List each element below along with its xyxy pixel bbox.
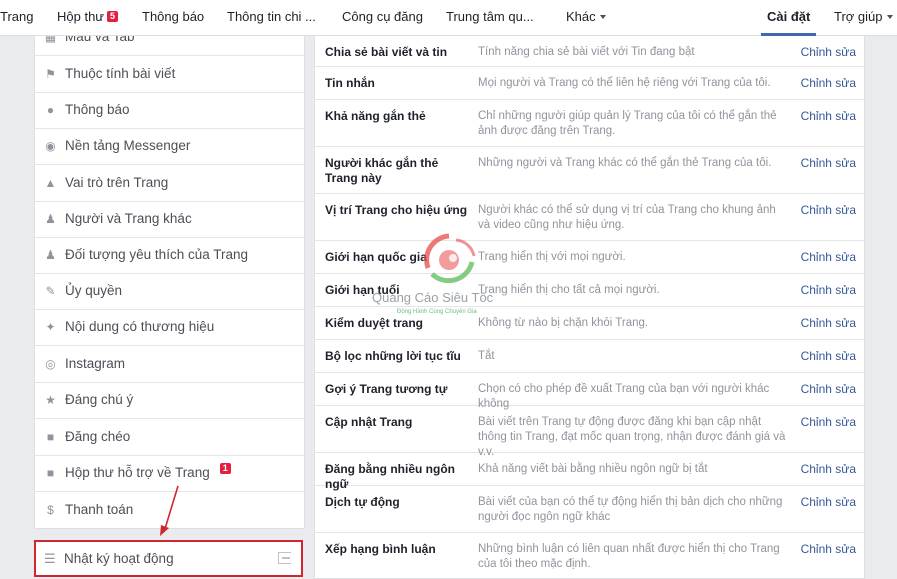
settings-row-tagging-ability: Khả năng gắn thẻ Chỉ những người giúp qu… (315, 100, 864, 147)
settings-row-page-moderation: Kiểm duyệt trang Không từ nào bị chặn kh… (315, 307, 864, 340)
settings-row-auto-translation: Dịch tự động Bài viết của bạn có thể tự … (315, 486, 864, 533)
messenger-icon: ◉ (45, 139, 56, 153)
nav-tab-insights[interactable]: Thông tin chi ... (227, 0, 316, 36)
sidebar-item-notifications[interactable]: ● Thông báo (35, 92, 304, 129)
video-icon: ■ (46, 430, 55, 444)
nav-tab-page[interactable]: Trang (0, 0, 33, 36)
facebook-icon: ■ (46, 466, 55, 480)
edit-link[interactable]: Chỉnh sửa (801, 349, 856, 364)
chevron-down-icon (886, 15, 893, 19)
inbox-count-badge: 5 (107, 11, 119, 22)
edit-link[interactable]: Chỉnh sửa (801, 76, 856, 91)
page-settings-table: Chia sẻ bài viết và tin Tính năng chia s… (314, 36, 865, 579)
nav-tab-more[interactable]: Khác (566, 0, 606, 36)
nav-tab-settings[interactable]: Cài đặt (761, 0, 817, 36)
sidebar-item-post-attribution[interactable]: ⚑ Thuộc tính bài viết (35, 56, 304, 93)
sidebar-item-featured[interactable]: ★ Đáng chú ý (35, 382, 304, 419)
edit-link[interactable]: Chỉnh sửa (801, 382, 856, 397)
settings-sidebar: ▦ Mẫu và Tab ⚑ Thuộc tính bài viết ● Thô… (34, 36, 305, 529)
sidebar-item-people-other-pages[interactable]: ♟ Người và Trang khác (35, 201, 304, 238)
sidebar-item-templates-tabs[interactable]: ▦ Mẫu và Tab (35, 36, 304, 56)
edit-link[interactable]: Chỉnh sửa (801, 415, 856, 430)
edit-link[interactable]: Chỉnh sửa (801, 45, 856, 60)
chevron-down-icon (599, 15, 606, 19)
edit-link[interactable]: Chỉnh sửa (801, 542, 856, 557)
edit-link[interactable]: Chỉnh sửa (801, 250, 856, 265)
people-star-icon: ♟ (45, 248, 56, 262)
settings-row-similar-page-suggestions: Gợi ý Trang tương tự Chọn có cho phép đề… (315, 373, 864, 410)
settings-row-age-restrictions: Giới hạn tuổi Trang hiển thị cho tất cả … (315, 274, 864, 307)
nav-tab-help[interactable]: Trợ giúp (834, 0, 893, 36)
support-inbox-badge: 1 (219, 463, 231, 474)
annotation-arrow-icon (160, 485, 179, 536)
edit-link[interactable]: Chỉnh sửa (801, 495, 856, 510)
settings-row-messages: Tin nhắn Mọi người và Trang có thể liên … (315, 67, 864, 100)
dollar-icon: $ (47, 503, 54, 517)
sidebar-item-instagram[interactable]: ◎ Instagram (35, 346, 304, 383)
edit-link[interactable]: Chỉnh sửa (801, 109, 856, 124)
sidebar-item-authorizations[interactable]: ✎ Ủy quyền (35, 273, 304, 310)
settings-row-country-restrictions: Giới hạn quốc gia Trang hiển thị với mọi… (315, 241, 864, 274)
people-star-icon: ♟ (45, 212, 56, 226)
wrench-icon: ✎ (45, 284, 56, 298)
page-top-nav: Trang Hộp thư 5 Thông báo Thông tin chi .… (0, 0, 897, 36)
exit-icon (278, 552, 291, 564)
person-icon: ▲ (44, 176, 57, 190)
sidebar-item-preferred-audience[interactable]: ♟ Đối tượng yêu thích của Trang (35, 237, 304, 274)
settings-row-comment-ranking: Xếp hạng bình luận Những bình luận có li… (325, 542, 856, 570)
settings-row-page-location-effects: Vị trí Trang cho hiệu ứng Người khác có … (315, 194, 864, 241)
sidebar-item-page-roles[interactable]: ▲ Vai trò trên Trang (35, 165, 304, 202)
star-icon: ★ (45, 393, 56, 407)
edit-link[interactable]: Chỉnh sửa (801, 283, 856, 298)
settings-row-multilingual-posts: Đăng bằng nhiều ngôn ngữ Khả năng viết b… (315, 453, 864, 491)
list-icon: ☰ (44, 551, 56, 566)
settings-row-profanity-filter: Bộ lọc những lời tục tĩu Tắt Chỉnh sửa (315, 340, 864, 373)
edit-link[interactable]: Chỉnh sửa (801, 316, 856, 331)
edit-link[interactable]: Chỉnh sửa (801, 462, 856, 477)
handshake-icon: ✦ (45, 320, 56, 334)
nav-tab-center[interactable]: Trung tâm qu... (446, 0, 534, 36)
settings-row-share-stories: Chia sẻ bài viết và tin Tính năng chia s… (315, 36, 864, 67)
activity-log-button[interactable]: ☰ Nhật ký hoạt động (34, 540, 303, 577)
grid-icon: ▦ (44, 36, 57, 44)
globe-icon: ● (46, 103, 55, 117)
sidebar-item-crossposting[interactable]: ■ Đăng chéo (35, 419, 304, 456)
edit-link[interactable]: Chỉnh sửa (801, 203, 856, 218)
nav-tab-notifications[interactable]: Thông báo (142, 0, 204, 36)
sidebar-item-branded-content[interactable]: ✦ Nội dung có thương hiệu (35, 309, 304, 346)
settings-row-page-updates: Cập nhật Trang Bài viết trên Trang tự độ… (315, 406, 864, 458)
nav-tab-inbox[interactable]: Hộp thư 5 (57, 0, 119, 36)
edit-link[interactable]: Chỉnh sửa (801, 156, 856, 171)
instagram-icon: ◎ (45, 357, 56, 371)
sidebar-item-messenger-platform[interactable]: ◉ Nền tảng Messenger (35, 128, 304, 165)
settings-row-others-tagging: Người khác gắn thẻ Trang này Những người… (315, 147, 864, 194)
flag-icon: ⚑ (45, 67, 56, 81)
nav-tab-publishing-tools[interactable]: Công cụ đăng (342, 0, 423, 36)
